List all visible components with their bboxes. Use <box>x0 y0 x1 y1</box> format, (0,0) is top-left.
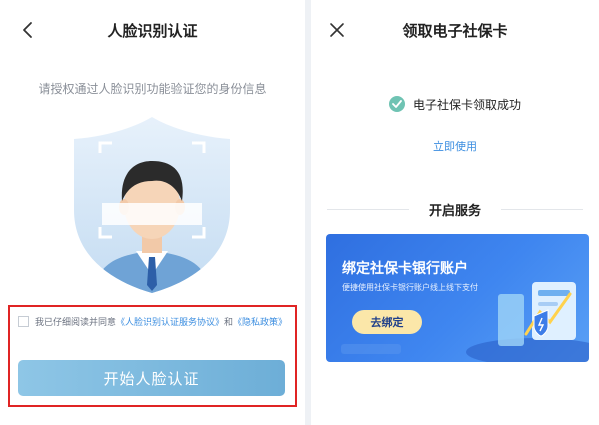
use-now-link[interactable]: 立即使用 <box>311 138 599 154</box>
success-text: 电子社保卡领取成功 <box>412 98 521 112</box>
start-face-auth-button[interactable]: 开始人脸认证 <box>18 360 285 396</box>
success-status: 电子社保卡领取成功 <box>311 96 599 113</box>
social-card-screen: 领取电子社保卡 电子社保卡领取成功 立即使用 开启服务 绑定社保卡银行账户 便捷… <box>311 0 599 425</box>
nav-bar: 领取电子社保卡 <box>311 0 599 58</box>
face-service-agreement-link[interactable]: 《人脸识别认证服务协议》 <box>116 318 224 328</box>
face-scan-illustration <box>72 115 232 295</box>
page-title: 人脸识别认证 <box>107 22 198 40</box>
banner-illustration <box>341 282 589 362</box>
agreement-row: 我已仔细阅读并同意《人脸识别认证服务协议》和《隐私政策》 <box>18 315 290 331</box>
divider-line <box>501 209 583 210</box>
agreement-checkbox[interactable] <box>18 316 29 327</box>
agreement-prefix: 我已仔细阅读并同意 <box>35 318 117 328</box>
banner-subtitle: 便捷使用社保卡银行账户线上线下支付 <box>342 283 478 292</box>
banner-title: 绑定社保卡银行账户 <box>342 261 468 277</box>
go-bind-button[interactable]: 去绑定 <box>352 310 422 334</box>
privacy-policy-link[interactable]: 《隐私政策》 <box>233 318 287 328</box>
services-section-header: 开启服务 <box>327 200 583 219</box>
page-title: 领取电子社保卡 <box>402 22 508 40</box>
auth-hint-text: 请授权通过人脸识别功能验证您的身份信息 <box>38 82 267 96</box>
agreement-and: 和 <box>224 318 234 328</box>
bind-bank-account-banner[interactable]: 绑定社保卡银行账户 便捷使用社保卡银行账户线上线下支付 去绑定 <box>326 234 589 362</box>
nav-bar: 人脸识别认证 <box>0 0 305 58</box>
face-auth-screen: 人脸识别认证 请授权通过人脸识别功能验证您的身份信息 我已仔细阅读并同意《人脸识… <box>0 0 305 425</box>
check-circle-icon <box>388 96 405 112</box>
